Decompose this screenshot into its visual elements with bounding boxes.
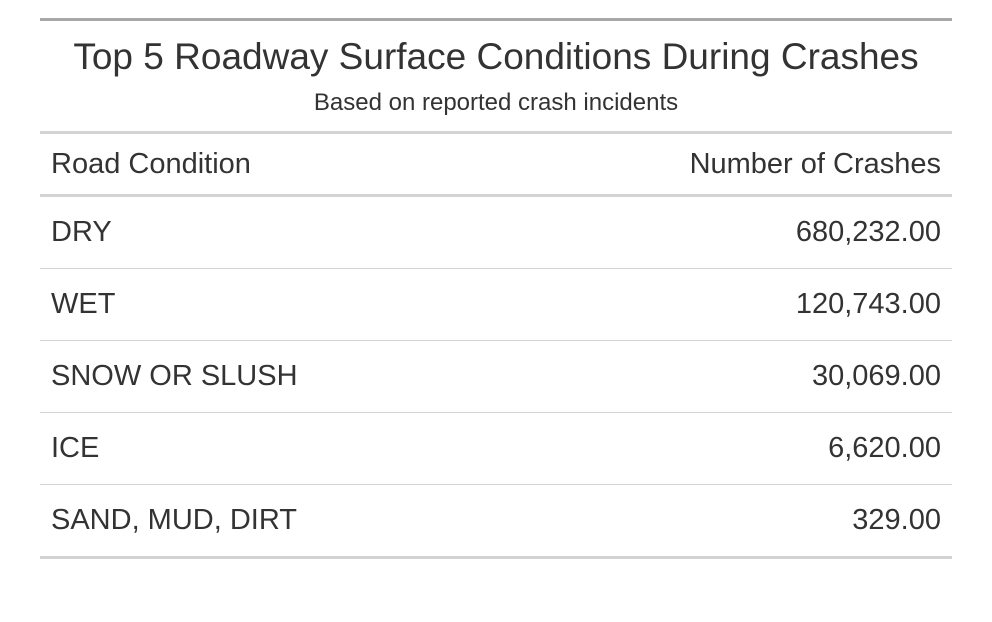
table-subtitle: Based on reported crash incidents [313, 89, 679, 116]
table-row: DRY 680,232.00 [40, 197, 952, 269]
crash-count-cell: 329.00 [852, 504, 941, 536]
road-condition-cell: SAND, MUD, DIRT [51, 504, 297, 536]
crash-count-cell: 680,232.00 [795, 216, 941, 248]
road-condition-cell: ICE [51, 432, 100, 464]
table-title: Top 5 Roadway Surface Conditions During … [73, 36, 919, 77]
column-header-row: Road Condition Number of Crashes [40, 134, 952, 194]
table-row: WET 120,743.00 [40, 269, 952, 341]
crash-count-cell: 6,620.00 [828, 432, 941, 464]
table-row: SAND, MUD, DIRT 329.00 [40, 485, 952, 556]
crash-count-cell: 120,743.00 [795, 288, 941, 320]
table-bottom-rule [40, 556, 952, 559]
road-condition-cell: WET [51, 288, 116, 320]
column-header-number-of-crashes: Number of Crashes [689, 147, 941, 180]
crash-count-cell: 30,069.00 [811, 360, 941, 392]
road-condition-cell: SNOW OR SLUSH [51, 360, 298, 392]
road-condition-cell: DRY [51, 216, 112, 248]
table-row: SNOW OR SLUSH 30,069.00 [40, 341, 952, 413]
table-row: ICE 6,620.00 [40, 413, 952, 485]
column-header-road-condition: Road Condition [51, 147, 251, 180]
crash-table: Top 5 Roadway Surface Conditions During … [40, 18, 952, 559]
